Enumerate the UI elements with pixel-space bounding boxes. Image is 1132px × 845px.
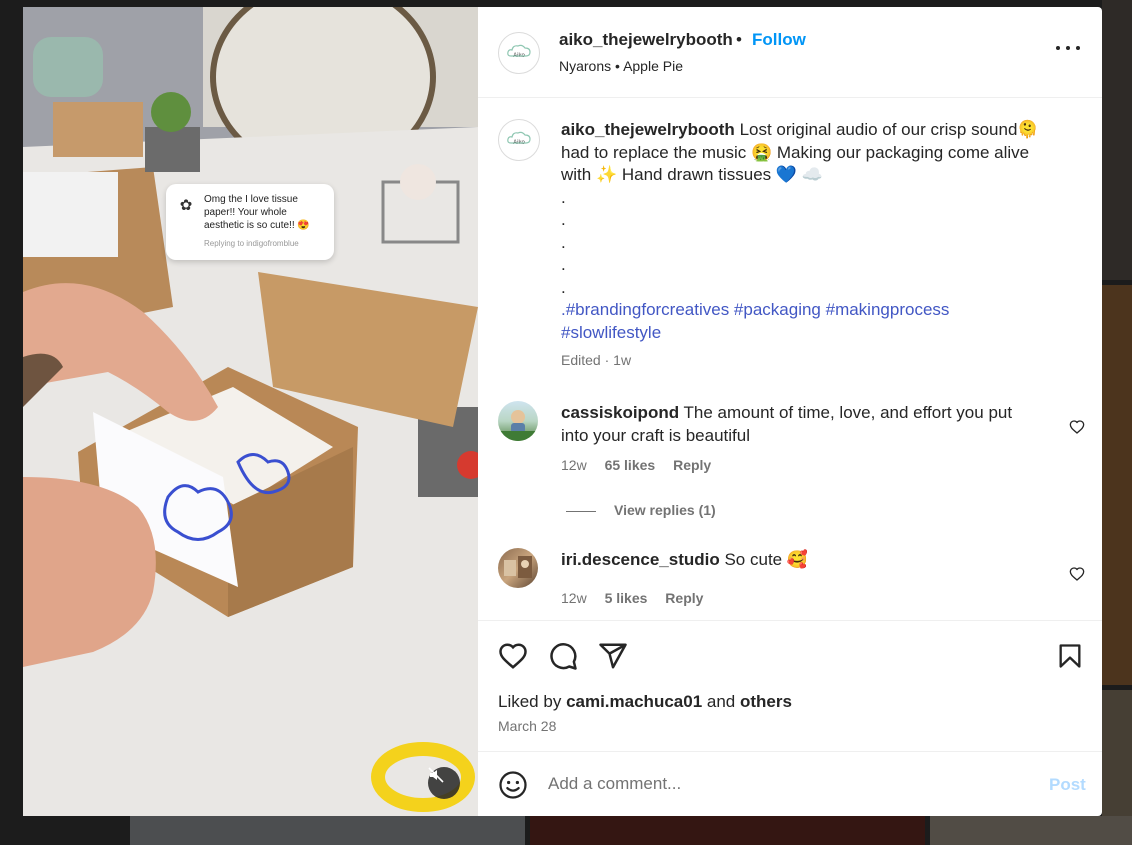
liked-by: Liked by cami.machuca01 and others <box>498 692 792 712</box>
comment-text: So cute 🥰 <box>724 550 809 569</box>
comment-meta: 12w 5 likes Reply <box>561 590 717 606</box>
post-actions: Liked by cami.machuca01 and others March… <box>478 620 1102 757</box>
comment-age[interactable]: 12w <box>561 590 587 606</box>
caption-dot: . <box>561 187 566 207</box>
comment-meta: 12w 65 likes Reply <box>561 457 725 473</box>
post-age[interactable]: 1w <box>613 352 631 368</box>
comment-icon[interactable] <box>548 641 578 671</box>
more-icon <box>1056 46 1060 50</box>
cloud-logo-icon <box>507 44 531 57</box>
caption-dot: . <box>561 255 566 274</box>
heart-icon[interactable] <box>1069 566 1085 582</box>
plant <box>151 92 191 132</box>
comment-age[interactable]: 12w <box>561 457 587 473</box>
comment-username[interactable]: iri.descence_studio <box>561 550 720 569</box>
reply-button[interactable]: Reply <box>673 457 711 473</box>
comment-likes[interactable]: 65 likes <box>605 457 656 473</box>
caption-username[interactable]: aiko_thejewelrybooth <box>561 120 735 139</box>
add-comment-bar: Post <box>478 751 1102 816</box>
cart-item <box>400 164 436 200</box>
liked-by-others[interactable]: others <box>740 692 792 711</box>
liked-by-and: and <box>706 692 736 711</box>
toy-camera <box>33 37 103 97</box>
mute-icon <box>428 767 444 783</box>
heart-icon[interactable] <box>1069 419 1085 435</box>
comment-likes[interactable]: 5 likes <box>605 590 648 606</box>
avatar-image <box>498 410 538 441</box>
story-reply-sticker: ✿ Omg the I love tissue paper!! Your who… <box>166 184 334 260</box>
separator-dot: • <box>615 58 620 74</box>
comment-body: iri.descence_studio So cute 🥰 <box>561 549 1031 572</box>
comment-input[interactable] <box>548 772 1028 796</box>
hashtags-line[interactable]: #slowlifestyle <box>561 322 1061 345</box>
audio-attribution[interactable]: Nyarons • Apple Pie <box>559 58 683 74</box>
follow-button[interactable]: Follow <box>752 30 806 50</box>
story-reply-text: Omg the I love tissue paper!! Your whole… <box>204 194 310 231</box>
separator-dot: · <box>604 352 610 368</box>
hashtags-line[interactable]: .#brandingforcreatives #packaging #makin… <box>561 299 1061 322</box>
header-username[interactable]: aiko_thejewelrybooth <box>559 30 733 50</box>
white-paper <box>23 172 118 257</box>
cloud-logo-icon <box>507 131 531 144</box>
more-icon <box>1066 46 1070 50</box>
profile-avatar[interactable]: Aiko <box>498 32 540 74</box>
story-reply-target: Replying to indigofromblue <box>204 239 299 248</box>
avatar-image <box>504 556 532 578</box>
avatar[interactable] <box>498 401 538 441</box>
avatar[interactable] <box>498 548 538 588</box>
more-options-button[interactable] <box>1056 41 1080 55</box>
comment-username[interactable]: cassiskoipond <box>561 403 679 422</box>
reply-button[interactable]: Reply <box>665 590 703 606</box>
liked-by-prefix: Liked by <box>498 692 562 711</box>
divider <box>566 510 596 512</box>
heart-icon[interactable] <box>498 641 528 671</box>
caption-body: aiko_thejewelrybooth Lost original audio… <box>561 119 1061 344</box>
mute-button[interactable] <box>428 767 460 799</box>
video-frame-illustration <box>23 7 478 816</box>
plant-pot <box>145 127 200 172</box>
emoji-icon[interactable] <box>498 770 528 800</box>
caption-dot: . <box>561 277 566 297</box>
post-date[interactable]: March 28 <box>498 718 556 734</box>
post-comment-button[interactable]: Post <box>1049 775 1086 795</box>
caption-avatar[interactable]: Aiko <box>498 119 540 161</box>
liked-by-user[interactable]: cami.machuca01 <box>566 692 702 711</box>
view-replies-button[interactable]: View replies (1) <box>566 502 716 518</box>
caption-dot: . <box>561 210 566 229</box>
bookmark-icon[interactable] <box>1056 641 1084 671</box>
edited-label: Edited <box>561 352 601 368</box>
post-video[interactable]: ✿ Omg the I love tissue paper!! Your who… <box>23 7 478 816</box>
post-header: Aiko aiko_thejewelrybooth • Follow Nyaro… <box>478 7 1102 98</box>
more-icon <box>1076 46 1080 50</box>
photo-frame <box>53 102 143 157</box>
caption-dot: . <box>561 232 566 252</box>
share-icon[interactable] <box>598 641 628 671</box>
audio-song[interactable]: Apple Pie <box>623 58 683 74</box>
caption-meta: Edited · 1w <box>561 352 631 368</box>
comment-body: cassiskoipond The amount of time, love, … <box>561 402 1031 447</box>
separator-dot: • <box>736 30 742 49</box>
post-details-panel: Aiko aiko_thejewelrybooth • Follow Nyaro… <box>478 7 1102 816</box>
flower-icon: ✿ <box>179 197 193 214</box>
view-replies-label[interactable]: View replies (1) <box>614 502 716 518</box>
audio-artist[interactable]: Nyarons <box>559 58 611 74</box>
